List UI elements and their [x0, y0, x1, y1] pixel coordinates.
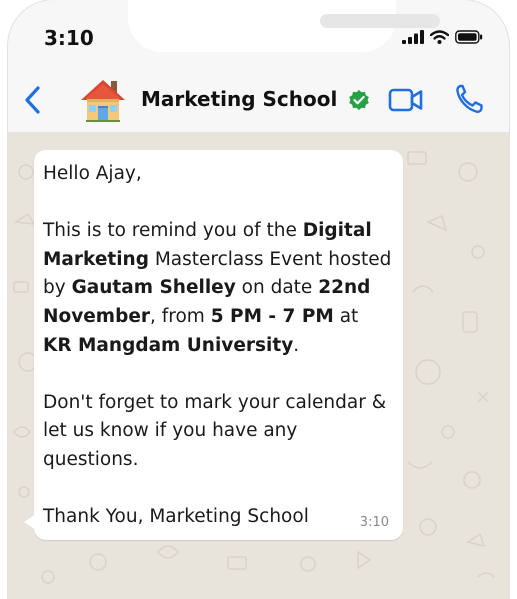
message-text: , from: [150, 305, 211, 327]
wifi-icon: [430, 30, 449, 44]
house-emoji-icon: [81, 80, 125, 122]
chat-area[interactable]: Hello Ajay, This is to remind you of the…: [8, 132, 509, 599]
message-signoff: Thank You, Marketing School: [43, 506, 309, 528]
message-text: This is to remind you of the: [43, 220, 303, 242]
bubble-tail: [24, 514, 36, 530]
message-text: on date: [235, 277, 319, 299]
status-time: 3:10: [44, 26, 94, 50]
video-camera-icon: [388, 88, 423, 112]
signal-icon: [402, 30, 424, 44]
message-greeting: Hello Ajay,: [43, 163, 142, 184]
battery-icon: [455, 30, 483, 44]
chat-header: Marketing School: [8, 70, 509, 132]
message-highlight: Gautam Shelley: [71, 277, 236, 299]
status-icons: [402, 30, 483, 44]
phone-frame: 3:10 Marketing School Hello Ajay, This i…: [8, 0, 509, 599]
phone-icon: [456, 84, 483, 113]
message-highlight: KR Mangdam University: [43, 334, 294, 356]
message-text: .: [293, 334, 300, 356]
video-call-button[interactable]: [388, 86, 424, 114]
message-highlight: 5 PM - 7 PM: [210, 305, 334, 327]
message-reminder: Don't forget to mark your calendar & let…: [43, 391, 387, 470]
voice-call-button[interactable]: [454, 83, 484, 115]
message-bubble[interactable]: Hello Ajay, This is to remind you of the…: [34, 150, 403, 540]
verified-check-icon: [349, 90, 369, 110]
back-button[interactable]: [18, 80, 48, 120]
contact-name[interactable]: Marketing School: [141, 87, 337, 111]
speaker-grille: [320, 14, 440, 28]
chevron-left-icon: [25, 86, 40, 114]
message-body: This is to remind you of the Digital Mar…: [43, 217, 392, 360]
avatar[interactable]: [78, 75, 128, 125]
message-timestamp: 3:10: [359, 515, 389, 530]
phone-notch: [128, 0, 440, 52]
message-text: at: [333, 305, 359, 327]
